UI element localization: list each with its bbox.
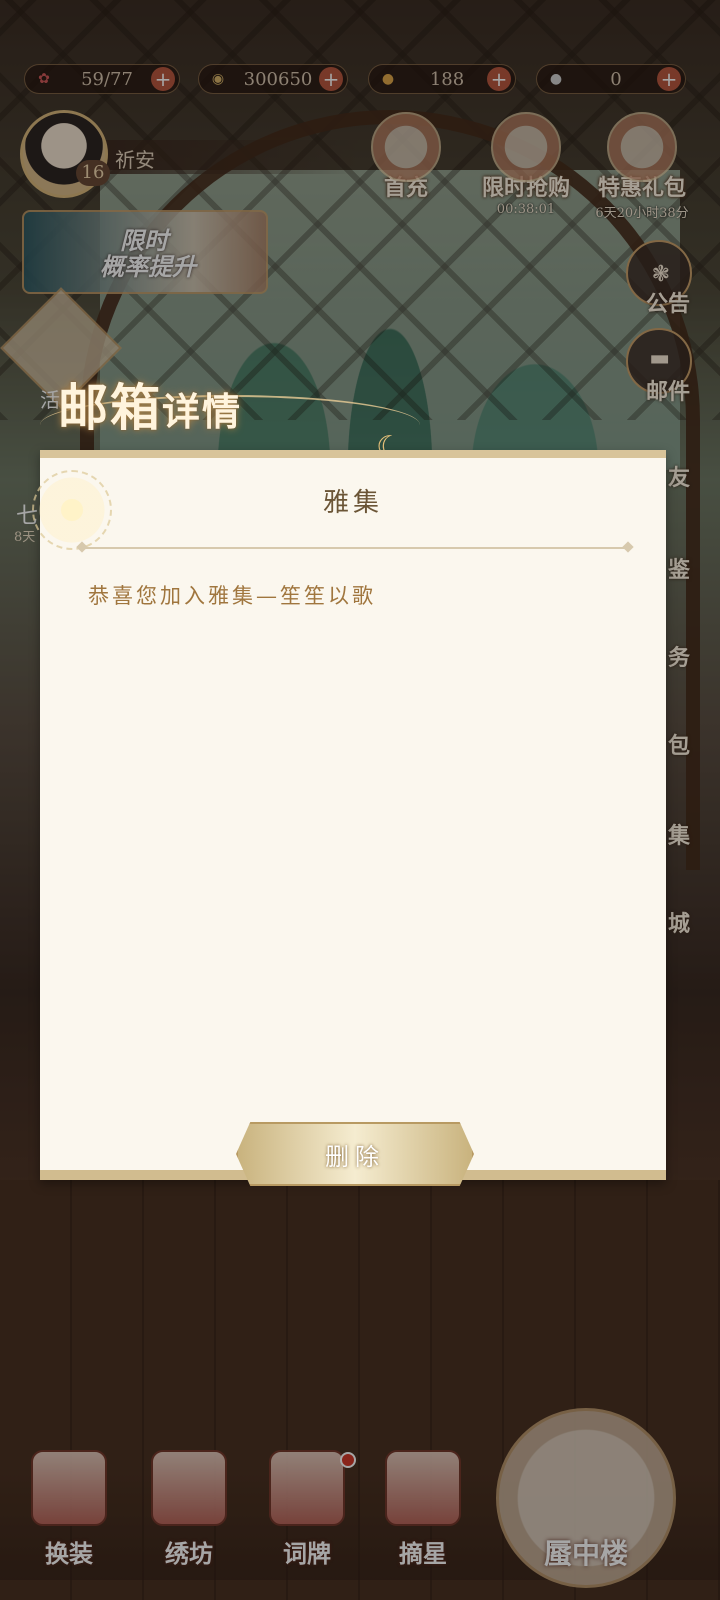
mail-body: 恭喜您加入雅集—笙笙以歌 bbox=[88, 584, 376, 608]
modal-title: 邮箱详情 bbox=[58, 368, 242, 440]
modal-title-small: 详情 bbox=[162, 389, 243, 434]
modal-title-main: 邮箱 bbox=[58, 378, 162, 437]
mail-title: 雅集 bbox=[322, 488, 383, 518]
delete-button-label: 删除 bbox=[325, 1142, 385, 1171]
delete-button[interactable]: 删除 bbox=[236, 1122, 474, 1186]
mail-detail-panel bbox=[40, 450, 666, 1180]
mail-divider bbox=[84, 547, 626, 549]
